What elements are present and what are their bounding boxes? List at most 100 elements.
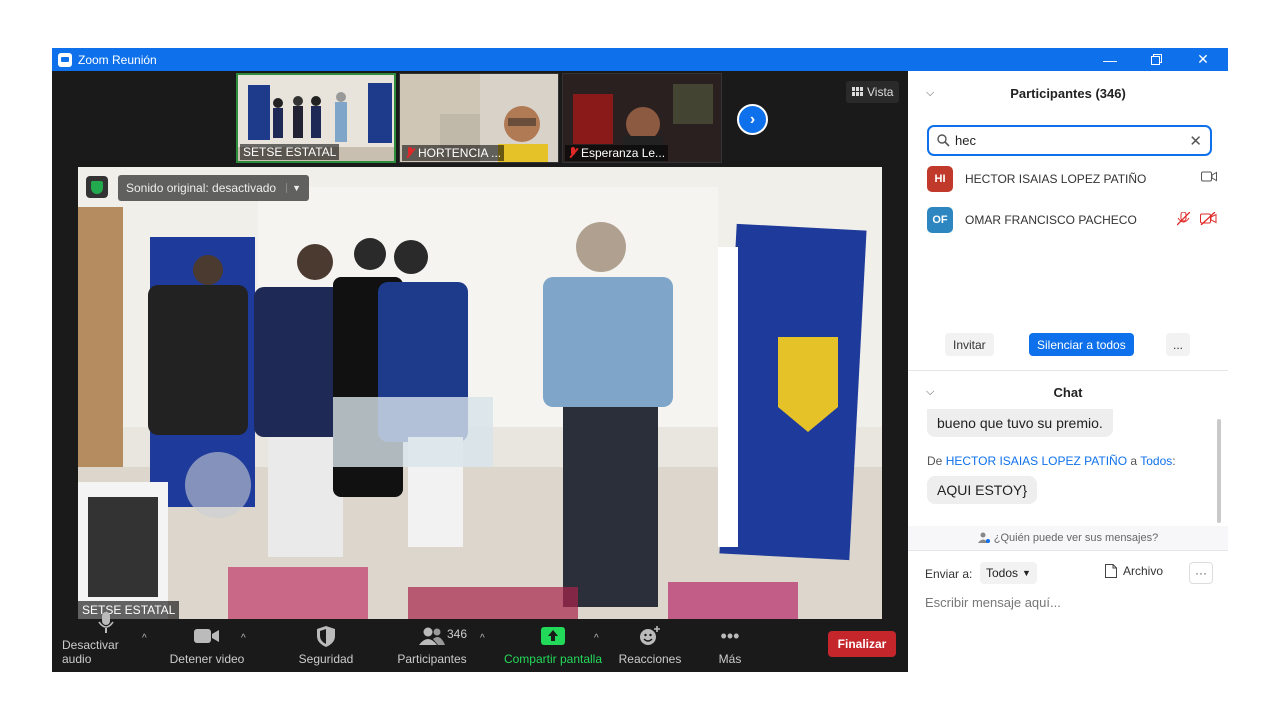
reactions-button[interactable]: Reacciones	[617, 621, 683, 672]
file-label: Archivo	[1123, 564, 1164, 578]
recipient-name: Todos	[1140, 454, 1173, 468]
meeting-toolbar: Desactivar audio ^ Detener video ^ Segur…	[52, 612, 908, 672]
send-to-value: Todos	[986, 566, 1019, 580]
share-screen-label: Compartir pantalla	[503, 652, 603, 666]
participant-name: HECTOR ISAIAS LOPEZ PATIÑO	[965, 172, 1147, 186]
invite-button[interactable]: Invitar	[945, 333, 994, 356]
more-label: Más	[718, 652, 742, 666]
security-label: Seguridad	[298, 652, 354, 666]
zoom-window: Zoom Reunión — ✕ SETSE ESTATAL HORTENCIA…	[52, 48, 1228, 672]
share-screen-button[interactable]: Compartir pantalla	[502, 621, 604, 672]
more-button[interactable]: ••• Más	[712, 621, 748, 672]
reactions-label: Reacciones	[618, 652, 682, 666]
thumbnail-setse-estatal[interactable]: SETSE ESTATAL	[236, 73, 396, 163]
thumbnail-name-text: HORTENCIA ...	[418, 146, 502, 160]
file-icon	[1105, 564, 1117, 578]
send-to-label: Enviar a:	[925, 567, 973, 581]
participants-title: Participantes (346)	[1010, 85, 1126, 101]
participants-icon	[419, 624, 445, 648]
avatar: OF	[927, 207, 953, 233]
to-word: a	[1130, 454, 1138, 468]
file-button[interactable]: Archivo	[1105, 564, 1163, 578]
grid-view-icon	[852, 87, 863, 96]
muted-mic-icon	[568, 147, 578, 159]
muted-mic-icon	[405, 147, 415, 159]
participant-name: OMAR FRANCISCO PACHECO	[965, 213, 1137, 227]
chat-message-bubble: AQUI ESTOY}	[927, 476, 1037, 504]
audio-options-chevron-icon[interactable]: ^	[142, 633, 147, 644]
view-button-label: Vista	[867, 85, 894, 99]
participant-row[interactable]: HI HECTOR ISAIAS LOPEZ PATIÑO	[927, 166, 1217, 192]
participants-options-chevron-icon[interactable]: ^	[480, 633, 485, 644]
participants-label: Participantes	[397, 652, 467, 666]
meeting-area: SETSE ESTATAL HORTENCIA ... Esperanza Le…	[52, 71, 908, 672]
main-video-scene	[78, 167, 882, 619]
avatar: HI	[927, 166, 953, 192]
stop-video-button[interactable]: Detener video	[167, 621, 247, 672]
person-info-icon	[977, 532, 990, 543]
close-icon[interactable]: ✕	[1180, 48, 1226, 71]
original-sound-toggle[interactable]: Sonido original: desactivado ▼	[118, 175, 310, 201]
chat-scrollbar[interactable]	[1217, 419, 1221, 523]
thumbnail-hortencia[interactable]: HORTENCIA ...	[399, 73, 559, 163]
sender-name[interactable]: HECTOR ISAIAS LOPEZ PATIÑO	[946, 454, 1127, 468]
video-options-chevron-icon[interactable]: ^	[241, 633, 246, 644]
side-panel: ⌵ Participantes (346) hec ✕ HI HECTOR IS…	[908, 71, 1228, 672]
speaker-name: SETSE ESTATAL	[78, 601, 180, 619]
chevron-down-icon: ▼	[1022, 568, 1031, 578]
clear-search-icon[interactable]: ✕	[1189, 132, 1202, 150]
share-screen-icon	[541, 624, 565, 648]
mute-all-button[interactable]: Silenciar a todos	[1029, 333, 1134, 356]
more-options-button[interactable]: ...	[1166, 333, 1190, 356]
video-camera-icon	[194, 624, 220, 648]
chat-message-bubble: bueno que tuvo su premio.	[927, 409, 1113, 437]
share-options-chevron-icon[interactable]: ^	[594, 633, 599, 644]
collapse-chevron-icon[interactable]: ⌵	[926, 87, 934, 100]
next-page-button[interactable]: ›	[737, 104, 768, 135]
search-icon	[937, 134, 950, 147]
chevron-down-icon[interactable]: ▼	[286, 183, 301, 193]
main-video: Sonido original: desactivado ▼ SETSE EST…	[78, 167, 882, 619]
restore-icon[interactable]	[1133, 48, 1179, 71]
stop-video-label: Detener video	[169, 652, 245, 666]
more-dots-icon: •••	[720, 625, 740, 646]
participant-row[interactable]: OF OMAR FRANCISCO PACHECO	[927, 207, 1217, 233]
security-button[interactable]: Seguridad	[292, 621, 360, 672]
thumbnail-name: Esperanza Le...	[565, 145, 669, 161]
participant-status	[1177, 212, 1217, 226]
who-can-see-label: ¿Quién puede ver sus mensajes?	[993, 532, 1159, 544]
smiley-plus-icon	[639, 624, 661, 648]
who-can-see-link[interactable]: ¿Quién puede ver sus mensajes?	[908, 526, 1228, 550]
minimize-icon[interactable]: —	[1087, 48, 1133, 71]
thumbnail-name: HORTENCIA ...	[402, 145, 505, 161]
send-to-dropdown[interactable]: Todos ▼	[980, 562, 1037, 584]
zoom-app-icon	[58, 52, 72, 67]
title-bar: Zoom Reunión — ✕	[52, 48, 1228, 71]
from-prefix: De	[927, 454, 943, 468]
original-sound-label: Sonido original: desactivado	[126, 181, 277, 195]
search-value: hec	[955, 133, 976, 148]
window-title: Zoom Reunión	[78, 52, 157, 67]
video-camera-icon	[1201, 171, 1217, 182]
thumbnail-name: SETSE ESTATAL	[240, 144, 340, 160]
chat-message-input[interactable]: Escribir mensaje aquí...	[925, 595, 1215, 610]
divider	[908, 550, 1228, 551]
view-button[interactable]: Vista	[846, 81, 900, 103]
muted-microphone-icon	[1177, 212, 1190, 226]
video-off-icon	[1200, 212, 1217, 225]
participants-header: ⌵ Participantes (346)	[908, 71, 1228, 115]
encryption-shield-icon[interactable]	[86, 176, 108, 198]
end-meeting-button[interactable]: Finalizar	[828, 631, 896, 657]
shield-icon	[317, 624, 335, 648]
chat-title: Chat	[1053, 384, 1083, 400]
thumbnail-name-text: Esperanza Le...	[581, 146, 666, 160]
chat-header: ⌵ Chat	[908, 370, 1228, 414]
chevron-right-icon: ›	[749, 110, 756, 128]
mute-audio-button[interactable]: Desactivar audio	[62, 612, 150, 672]
participant-status	[1201, 171, 1217, 182]
participant-search-input[interactable]: hec ✕	[927, 125, 1212, 156]
mute-audio-label: Desactivar audio	[62, 638, 119, 666]
collapse-chevron-icon[interactable]: ⌵	[926, 386, 934, 399]
chat-more-options-icon[interactable]: ···	[1189, 562, 1213, 584]
thumbnail-esperanza[interactable]: Esperanza Le...	[562, 73, 722, 163]
